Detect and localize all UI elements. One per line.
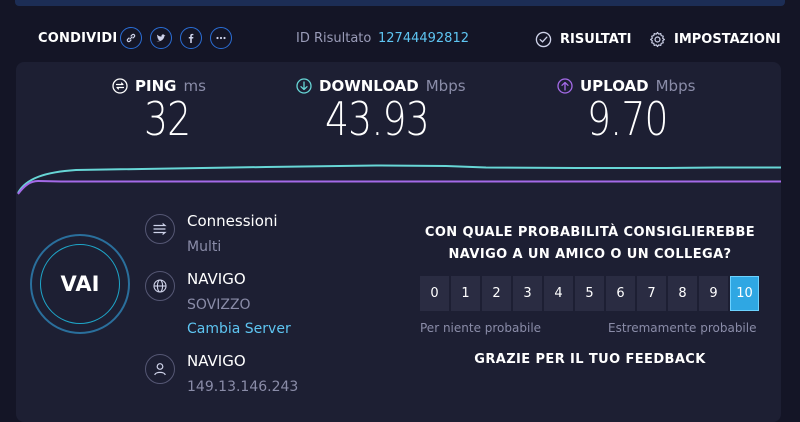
results-label: RISULTATI <box>560 31 632 47</box>
gear-icon <box>650 31 665 47</box>
rating-option-8[interactable]: 8 <box>668 276 697 311</box>
rating-option-7[interactable]: 7 <box>637 276 666 311</box>
scale-high-label: Estremamente probabile <box>608 321 757 335</box>
download-unit: Mbps <box>425 77 466 95</box>
result-id-label: ID Risultato <box>296 31 372 46</box>
rating-option-2[interactable]: 2 <box>482 276 511 311</box>
rating-option-0[interactable]: 0 <box>420 276 449 311</box>
provider-title: NAVIGO <box>187 352 246 370</box>
upload-value: 9.70 <box>587 92 669 146</box>
rating-option-3[interactable]: 3 <box>513 276 542 311</box>
rating-option-1[interactable]: 1 <box>451 276 480 311</box>
globe-icon <box>145 271 175 301</box>
download-value: 43.93 <box>325 92 430 146</box>
more-icon[interactable] <box>210 27 232 49</box>
speed-graph <box>17 164 781 195</box>
server-title: NAVIGO <box>187 270 246 288</box>
share-label: CONDIVIDI <box>38 31 118 46</box>
download-speed-line <box>17 164 781 194</box>
facebook-icon[interactable] <box>180 27 202 49</box>
rating-option-6[interactable]: 6 <box>606 276 635 311</box>
check-circle-icon <box>535 31 552 47</box>
go-button[interactable]: VAI <box>40 244 120 324</box>
scale-low-label: Per niente probabile <box>420 321 542 335</box>
rating-option-4[interactable]: 4 <box>544 276 573 311</box>
rating-scale: 0 1 2 3 4 5 6 7 8 9 10 <box>420 276 759 311</box>
provider-ip: 149.13.146.243 <box>187 379 299 395</box>
connections-title: Connessioni <box>187 212 278 230</box>
connections-icon <box>145 214 175 244</box>
feedback-thanks: GRAZIE PER IL TUO FEEDBACK <box>474 352 706 367</box>
survey-question: CON QUALE PROBABILITÀ CONSIGLIEREBBE NAV… <box>424 225 756 262</box>
download-arrow-icon <box>296 78 312 94</box>
twitter-icon[interactable] <box>150 27 172 49</box>
top-strip <box>15 0 785 6</box>
connections-value: Multi <box>187 239 222 255</box>
upload-arrow-icon <box>557 78 573 94</box>
rating-option-9[interactable]: 9 <box>699 276 728 311</box>
link-icon[interactable] <box>120 27 142 49</box>
user-icon <box>145 354 175 384</box>
rating-option-10[interactable]: 10 <box>730 276 759 311</box>
ping-icon <box>112 78 128 94</box>
server-location: SOVIZZO <box>187 297 251 313</box>
upload-speed-line <box>17 179 781 195</box>
results-button[interactable]: RISULTATI <box>535 27 632 51</box>
settings-label: IMPOSTAZIONI <box>674 31 781 47</box>
settings-button[interactable]: IMPOSTAZIONI <box>649 27 781 51</box>
change-server-link[interactable]: Cambia Server <box>187 321 291 337</box>
rating-option-5[interactable]: 5 <box>575 276 604 311</box>
ping-value: 32 <box>144 92 191 146</box>
result-id-link[interactable]: 12744492812 <box>378 31 469 46</box>
